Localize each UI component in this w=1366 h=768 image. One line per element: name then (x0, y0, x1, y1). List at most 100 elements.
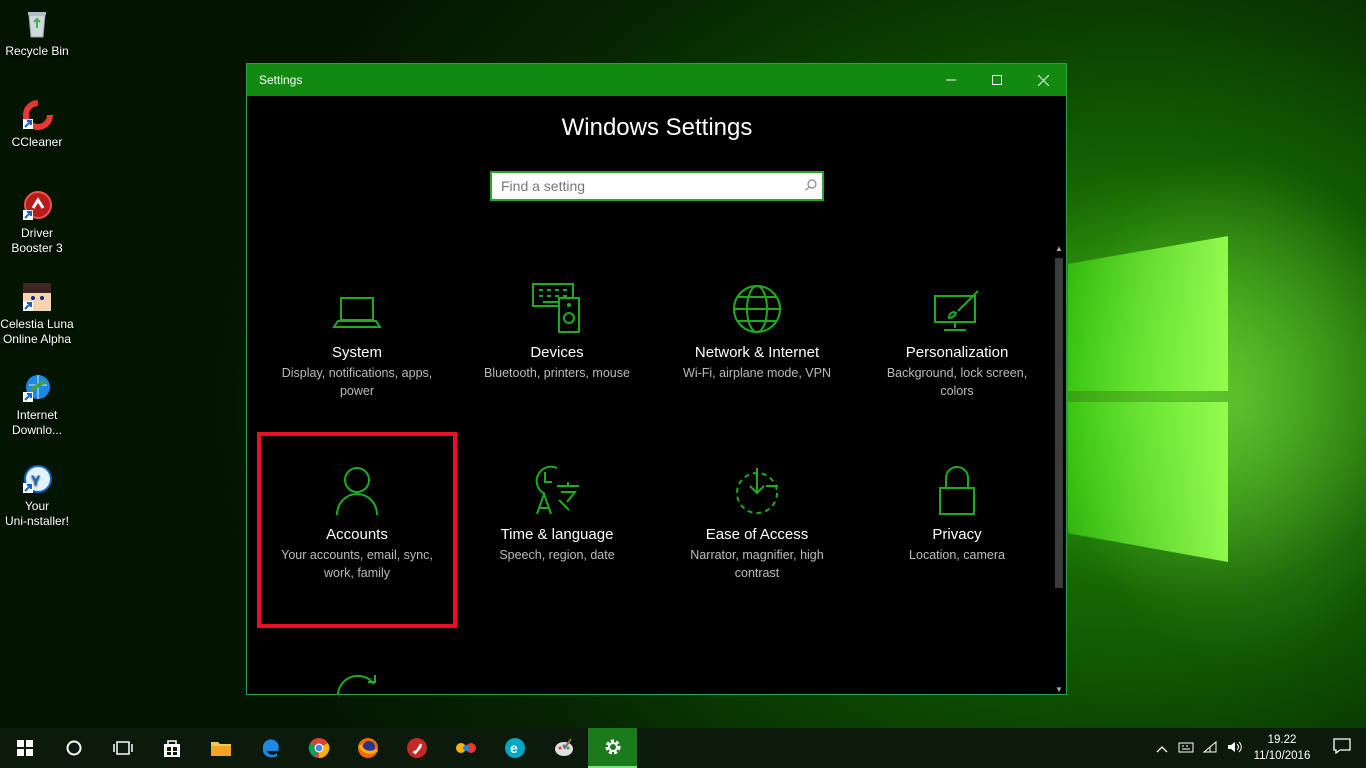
your-uninstaller-icon: Y (21, 463, 53, 495)
wifi-icon[interactable] (1198, 740, 1222, 757)
desktop-icon-celestia-luna[interactable]: Celestia Luna Online Alpha (0, 281, 74, 347)
chrome-icon (308, 738, 329, 759)
update-icon (257, 668, 457, 694)
close-button[interactable] (1020, 64, 1066, 96)
tile-update-security[interactable] (257, 656, 457, 694)
desktop-icon-label: Recycle Bin (5, 44, 69, 58)
cortana-button[interactable] (49, 728, 98, 768)
scroll-up-icon[interactable]: ▲ (1054, 244, 1064, 253)
task-view-button[interactable] (98, 728, 147, 768)
tile-description: Location, camera (909, 548, 1005, 562)
eset-e-icon: e (504, 738, 525, 758)
title-bar[interactable]: Settings (247, 64, 1066, 96)
action-center-button[interactable] (1318, 737, 1366, 759)
app-infinity-button[interactable] (441, 728, 490, 768)
task-view-icon (112, 741, 133, 755)
app-red-swoosh-button[interactable] (392, 728, 441, 768)
settings-content: Windows Settings System Display, notific… (247, 96, 1066, 694)
red-swoosh-icon (406, 738, 427, 758)
chrome-button[interactable] (294, 728, 343, 768)
desktop-icon-label: Internet Downlo... (11, 408, 63, 437)
tile-title: System (331, 344, 382, 361)
desktop-icon-ccleaner[interactable]: CCleaner (0, 99, 74, 150)
padlock-icon (857, 460, 1057, 516)
firefox-button[interactable] (343, 728, 392, 768)
gear-icon (605, 739, 620, 755)
desktop-icon-internet-download[interactable]: Internet Downlo... (0, 372, 74, 438)
tile-privacy[interactable]: Privacy Location, camera (857, 432, 1057, 564)
maximize-button[interactable] (974, 64, 1020, 96)
svg-text:e: e (510, 740, 518, 756)
tile-ease-of-access[interactable]: Ease of Access Narrator, magnifier, high… (657, 432, 857, 582)
desktop-icon-your-uninstaller[interactable]: Y Your Uni-nstaller! (0, 463, 74, 529)
search-input[interactable] (492, 173, 800, 199)
tile-title: Devices (530, 344, 584, 361)
search-box[interactable] (490, 171, 824, 201)
recycle-bin-icon (21, 8, 53, 40)
scrollbar-thumb[interactable] (1055, 258, 1063, 588)
ease-of-access-icon (657, 460, 857, 516)
tile-description: Background, lock screen, colors (886, 366, 1028, 398)
start-button[interactable] (0, 728, 49, 768)
edge-button[interactable] (245, 728, 294, 768)
clock-language-icon (457, 460, 657, 516)
tile-accounts[interactable]: Accounts Your accounts, email, sync, wor… (257, 432, 457, 628)
desktop-icon-recycle-bin[interactable]: Recycle Bin (0, 8, 74, 59)
windows-logo-icon (16, 740, 33, 756)
eset-button[interactable]: e (490, 728, 539, 768)
search-icon[interactable] (800, 178, 822, 194)
paint-app-button[interactable] (539, 728, 588, 768)
maximize-icon (992, 75, 1002, 85)
tile-title: Personalization (905, 344, 1009, 361)
celestia-luna-icon (21, 281, 53, 313)
store-button[interactable] (147, 728, 196, 768)
tile-description: Your accounts, email, sync, work, family (281, 548, 433, 580)
tile-title: Time & language (500, 526, 614, 543)
file-explorer-button[interactable] (196, 728, 245, 768)
input-method-icon[interactable] (1174, 740, 1198, 757)
tile-personalization[interactable]: Personalization Background, lock screen,… (857, 266, 1057, 400)
tile-description: Speech, region, date (499, 548, 615, 562)
infinity-icon (455, 743, 476, 753)
tile-description: Bluetooth, printers, mouse (484, 366, 630, 380)
desktop-icon-label: CCleaner (11, 135, 63, 149)
store-bag-icon (163, 740, 180, 757)
paint-palette-icon (554, 738, 573, 756)
settings-window: Settings Windows Settings System Display… (246, 63, 1067, 695)
paint-brush-icon (857, 278, 1057, 334)
keyboard-speaker-icon (457, 278, 657, 334)
edge-icon (262, 739, 279, 758)
clock-date: 11/10/2016 (1253, 750, 1311, 762)
driver-booster-icon (21, 190, 53, 222)
volume-icon[interactable] (1222, 740, 1246, 757)
tile-system[interactable]: System Display, notifications, apps, pow… (257, 266, 457, 400)
scroll-down-icon[interactable]: ▼ (1054, 685, 1064, 694)
tile-description: Wi-Fi, airplane mode, VPN (683, 366, 831, 380)
desktop-icon-label: Celestia Luna Online Alpha (0, 317, 74, 346)
tile-devices[interactable]: Devices Bluetooth, printers, mouse (457, 266, 657, 382)
tile-time-language[interactable]: Time & language Speech, region, date (457, 432, 657, 564)
tile-network-internet[interactable]: Network & Internet Wi-Fi, airplane mode,… (657, 266, 857, 382)
notification-icon (1333, 737, 1351, 754)
tile-description: Display, notifications, apps, power (281, 366, 433, 398)
desktop-icon-label: Your Uni-nstaller! (4, 499, 70, 528)
desktop-icon-label: Driver Booster 3 (11, 226, 63, 255)
cortana-circle-icon (66, 740, 81, 756)
taskbar-clock[interactable]: 19.22 11/10/2016 (1246, 732, 1318, 764)
tile-title: Accounts (326, 526, 388, 543)
settings-taskbar-button[interactable] (588, 728, 637, 768)
clock-time: 19.22 (1267, 734, 1297, 746)
minimize-button[interactable] (928, 64, 974, 96)
scrollbar[interactable]: ▲ ▼ (1054, 244, 1064, 694)
firefox-icon (357, 738, 378, 758)
internet-download-manager-icon (21, 372, 53, 404)
tile-description: Narrator, magnifier, high contrast (690, 548, 824, 580)
desktop-icon-driver-booster[interactable]: Driver Booster 3 (0, 190, 74, 256)
taskbar: e 19.22 11/10/2016 (0, 728, 1366, 768)
person-icon (257, 460, 457, 516)
tile-title: Privacy (932, 526, 982, 543)
page-title: Windows Settings (561, 114, 753, 141)
window-title: Settings (259, 73, 303, 87)
minimize-icon (946, 79, 956, 81)
show-hidden-icons-chevron-icon[interactable] (1150, 741, 1174, 756)
